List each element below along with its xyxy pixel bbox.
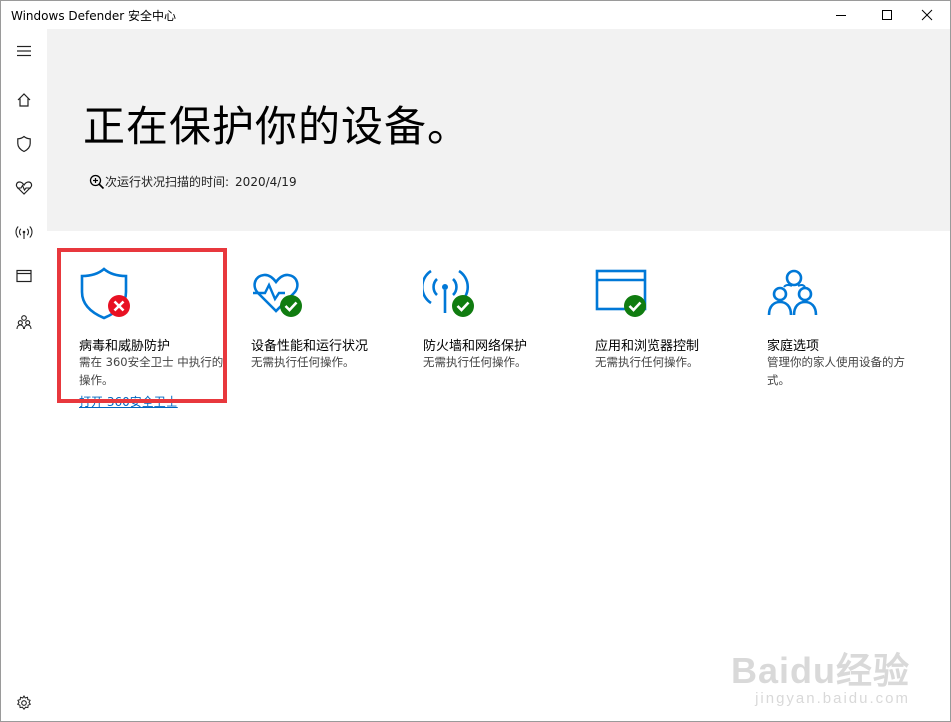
family-icon xyxy=(767,269,818,316)
tile-title: 家庭选项 xyxy=(767,339,820,354)
close-button[interactable] xyxy=(904,1,950,29)
tile-description: 无需执行任何操作。 xyxy=(423,355,527,369)
maximize-icon xyxy=(882,10,892,20)
heart-pulse-icon xyxy=(15,181,33,195)
shield-icon xyxy=(17,135,31,153)
tile-description: 无需执行任何操作。 xyxy=(251,355,355,369)
sidebar-item-firewall[interactable] xyxy=(1,212,47,252)
browser-window-ok-icon xyxy=(595,269,647,317)
browser-window-icon xyxy=(16,269,32,283)
settings-button[interactable] xyxy=(1,685,47,721)
main-content: 正在保护你的设备。 次运行状况扫描的时间: 2020/4/19 病毒和威胁防护 … xyxy=(47,29,950,721)
last-scan-info: 次运行状况扫描的时间: 2020/4/19 xyxy=(89,173,297,190)
gear-icon xyxy=(16,695,32,711)
tile-description: 需在 360安全卫士 中执行的操作。 xyxy=(79,355,224,387)
home-icon xyxy=(17,93,31,107)
hero-banner: 正在保护你的设备。 次运行状况扫描的时间: 2020/4/19 xyxy=(47,29,950,231)
sidebar-item-virus-protection[interactable] xyxy=(1,124,47,164)
heart-pulse-ok-icon xyxy=(253,273,302,317)
page-title: 正在保护你的设备。 xyxy=(83,102,471,151)
menu-toggle-button[interactable] xyxy=(1,31,47,71)
family-icon xyxy=(16,315,32,330)
sidebar-item-family[interactable] xyxy=(1,302,47,342)
tile-description: 无需执行任何操作。 xyxy=(595,355,699,369)
close-icon xyxy=(921,9,933,21)
title-bar: Windows Defender 安全中心 xyxy=(1,1,950,29)
hamburger-icon xyxy=(17,45,31,57)
tile-title: 应用和浏览器控制 xyxy=(595,339,700,354)
tile-title: 防火墙和网络保护 xyxy=(423,339,528,354)
last-scan-date: 2020/4/19 xyxy=(235,174,297,189)
tile-description: 管理你的家人使用设备的方式。 xyxy=(767,355,905,387)
sidebar-item-app-browser[interactable] xyxy=(1,256,47,296)
app-window: Windows Defender 安全中心 正在保护你的设备。 次运行状况扫描的… xyxy=(0,0,951,722)
minimize-button[interactable] xyxy=(818,1,864,29)
sidebar-item-device-health[interactable] xyxy=(1,168,47,208)
tile-title: 病毒和威胁防护 xyxy=(79,339,171,354)
wireless-icon xyxy=(15,226,33,239)
sidebar xyxy=(1,29,47,721)
last-scan-label: 次运行状况扫描的时间: xyxy=(105,175,230,189)
tile-title: 设备性能和运行状况 xyxy=(251,339,369,354)
sidebar-item-home[interactable] xyxy=(1,80,47,120)
wireless-ok-icon xyxy=(423,269,474,317)
window-title: Windows Defender 安全中心 xyxy=(11,9,176,23)
shield-error-icon xyxy=(80,267,130,320)
open-360-link[interactable]: 打开 360安全卫士 xyxy=(79,393,178,410)
minimize-icon xyxy=(836,15,846,16)
zoom-in-icon xyxy=(89,174,105,189)
